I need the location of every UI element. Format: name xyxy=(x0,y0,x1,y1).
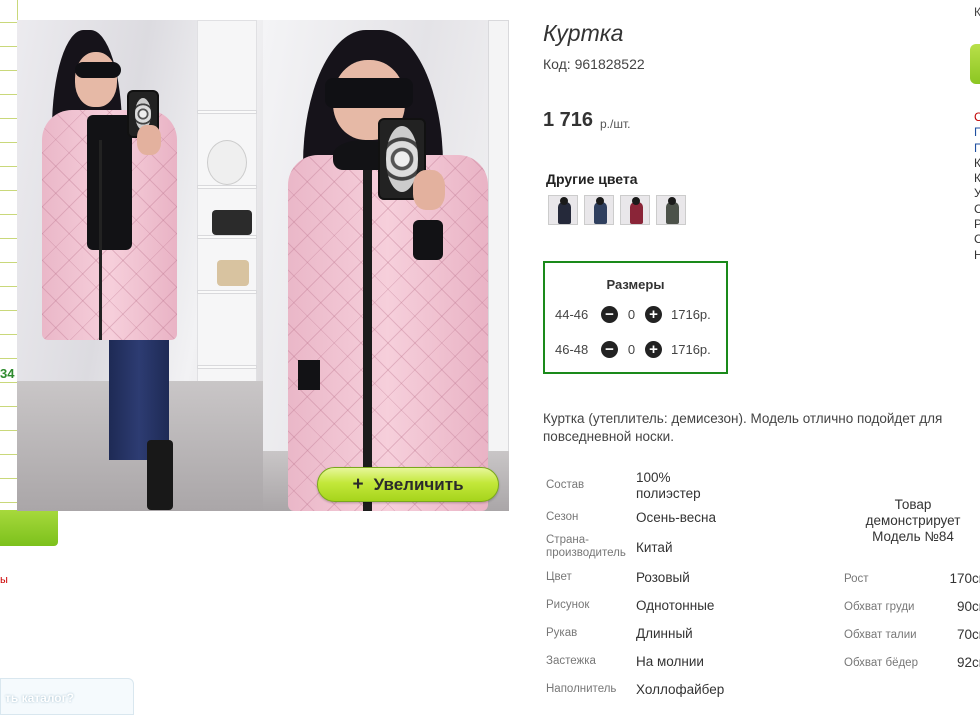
attr-label: Цвет xyxy=(546,571,572,583)
attr-value: Китай xyxy=(636,540,673,555)
attr-label: Наполнитель xyxy=(546,683,617,695)
other-colors-label: Другие цвета xyxy=(546,171,638,187)
color-swatch[interactable] xyxy=(620,195,650,225)
product-photo-left xyxy=(17,20,263,511)
size-row: 46-48 − 0 + 1716р. xyxy=(555,339,711,359)
attr-label: Страна-производитель xyxy=(546,534,626,559)
zoom-button[interactable]: + Увеличить xyxy=(317,467,499,502)
attr-label: Состав xyxy=(546,479,585,491)
right-sidebar-item: Р xyxy=(974,217,980,232)
product-description: Куртка (утеплитель: демисезон). Модель о… xyxy=(543,411,943,444)
plus-icon: + xyxy=(352,473,364,495)
right-sidebar-item: С xyxy=(974,232,980,247)
left-sidebar-red-text[interactable]: ы xyxy=(0,574,8,586)
sizes-panel: Размеры 44-46 − 0 + 1716р. 46-48 − 0 + 1… xyxy=(543,261,728,374)
measurement-label: Рост xyxy=(844,573,869,585)
size-quantity[interactable]: 0 xyxy=(618,342,645,357)
color-swatches xyxy=(548,195,686,225)
attr-value: Розовый xyxy=(636,570,690,585)
minus-icon[interactable]: − xyxy=(601,340,618,358)
product-photo[interactable] xyxy=(17,20,509,511)
measurement-value: 92см xyxy=(956,655,980,670)
attr-label: Застежка xyxy=(546,655,596,667)
left-sidebar-menu-lines xyxy=(0,0,18,510)
size-label: 46-48 xyxy=(555,341,589,357)
size-row: 44-46 − 0 + 1716р. xyxy=(555,304,711,324)
measurement-label: Обхват груди xyxy=(844,601,915,613)
attr-value: Однотонные xyxy=(636,598,715,613)
price-unit: р./шт. xyxy=(600,117,631,131)
color-swatch[interactable] xyxy=(548,195,578,225)
measurement-value: 70см xyxy=(956,627,980,642)
attr-label: Сезон xyxy=(546,511,579,523)
measurement-value: 90см xyxy=(956,599,980,614)
size-price: 1716р. xyxy=(671,306,711,322)
sizes-title: Размеры xyxy=(606,277,665,292)
right-sidebar-item[interactable]: П xyxy=(974,125,980,140)
catalog-button[interactable]: ть каталог? xyxy=(0,678,134,715)
minus-icon[interactable]: − xyxy=(601,305,618,323)
measurement-label: Обхват бёдер xyxy=(844,657,918,669)
attr-value: На молнии xyxy=(636,654,704,669)
left-sidebar-number: 34 xyxy=(0,366,15,381)
size-price: 1716р. xyxy=(671,341,711,357)
right-sidebar-item: У xyxy=(974,186,980,201)
right-sidebar-item[interactable]: П xyxy=(974,141,980,156)
right-sidebar-item: С xyxy=(974,201,980,216)
plus-icon[interactable]: + xyxy=(645,340,662,358)
left-sidebar xyxy=(0,0,18,715)
left-sidebar-green-button[interactable] xyxy=(0,510,58,546)
color-swatch[interactable] xyxy=(584,195,614,225)
right-sidebar-item[interactable]: С xyxy=(974,110,980,125)
right-sidebar-green-button[interactable] xyxy=(970,44,980,84)
size-quantity[interactable]: 0 xyxy=(618,307,645,322)
right-sidebar-item: К xyxy=(974,171,980,186)
attr-label: Рукав xyxy=(546,627,578,639)
attr-value: Длинный xyxy=(636,626,693,641)
right-sidebar-list: С П П К К У С Р С Н xyxy=(974,110,980,263)
attr-value: Холлофайбер xyxy=(636,682,725,697)
attr-value: 100% полиэстер xyxy=(636,470,701,501)
right-sidebar-item: Н xyxy=(974,247,980,262)
size-label: 44-46 xyxy=(555,306,589,322)
product-photo-right xyxy=(263,20,509,511)
right-sidebar-top-text: К xyxy=(974,5,980,19)
measurement-value: 170см xyxy=(949,571,980,586)
zoom-button-label: Увеличить xyxy=(373,474,464,494)
attr-value: Осень-весна xyxy=(636,510,716,525)
attr-label: Рисунок xyxy=(546,599,590,611)
product-title: Куртка xyxy=(543,20,624,46)
color-swatch[interactable] xyxy=(656,195,686,225)
product-code: Код: 961828522 xyxy=(543,56,645,72)
product-price: 1 716 xyxy=(543,109,594,131)
plus-icon[interactable]: + xyxy=(645,305,662,323)
model-note: Товар демонстрирует Модель №84 xyxy=(865,497,961,544)
measurement-label: Обхват талии xyxy=(844,629,917,641)
right-sidebar-item: К xyxy=(974,155,980,170)
